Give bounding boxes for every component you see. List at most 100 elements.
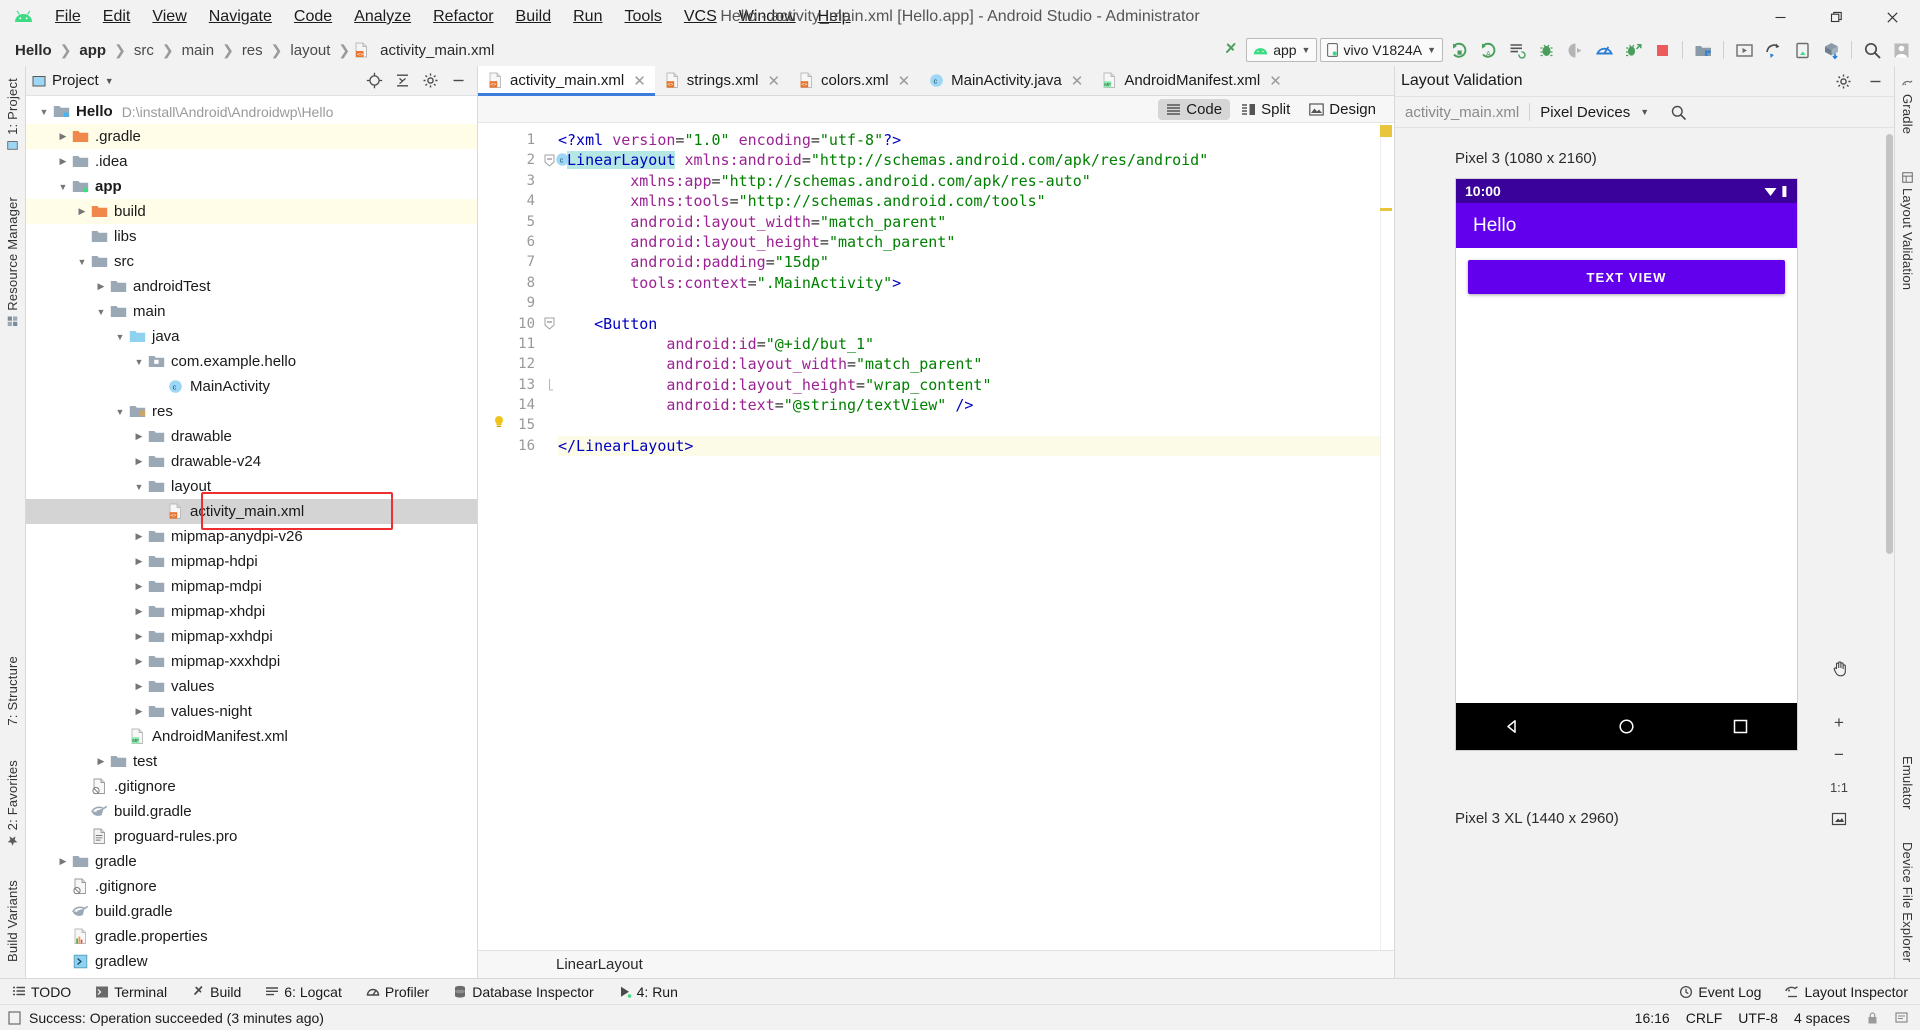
status-line-separator[interactable]: CRLF bbox=[1686, 1010, 1723, 1026]
chevron-right-icon[interactable]: ▶ bbox=[93, 274, 109, 299]
tree-row-gradle[interactable]: ▶ gradle bbox=[26, 849, 477, 874]
device-selector[interactable]: vivo V1824A ▼ bbox=[1320, 38, 1443, 62]
breadcrumb-app[interactable]: app bbox=[74, 40, 111, 61]
editor-tab-activity-main-xml[interactable]: <> activity_main.xml ✕ bbox=[478, 66, 655, 96]
tree-row-mipmap-xxhdpi[interactable]: ▶ mipmap-xxhdpi bbox=[26, 624, 477, 649]
chevron-right-icon[interactable]: ▶ bbox=[131, 624, 147, 649]
breadcrumb[interactable]: Hello ❯ app ❯ src ❯ main ❯ res ❯ layout … bbox=[10, 40, 499, 61]
tree-row-src[interactable]: ▼ src bbox=[26, 249, 477, 274]
window-controls[interactable] bbox=[1752, 0, 1920, 34]
status-encoding[interactable]: UTF-8 bbox=[1738, 1010, 1778, 1026]
tree-row-mipmap-mdpi[interactable]: ▶ mipmap-mdpi bbox=[26, 574, 477, 599]
collapse-all-icon[interactable] bbox=[389, 68, 415, 94]
sidebar-item-device-file-explorer[interactable]: Device File Explorer bbox=[1900, 834, 1915, 970]
zoom-in-icon[interactable]: + bbox=[1824, 708, 1854, 738]
zoom-fit-icon[interactable] bbox=[1824, 804, 1854, 834]
code-line[interactable]: tools:context=".MainActivity"> bbox=[558, 273, 1394, 293]
chevron-down-icon[interactable]: ▼ bbox=[105, 76, 114, 86]
avd-manager-icon[interactable] bbox=[1731, 37, 1757, 63]
tree-row-build-gradle[interactable]: build.gradle bbox=[26, 799, 477, 824]
menu-file[interactable]: File bbox=[44, 4, 92, 30]
hide-panel-icon[interactable] bbox=[1862, 68, 1888, 94]
chevron-right-icon[interactable]: ▶ bbox=[55, 124, 71, 149]
close-button[interactable] bbox=[1864, 0, 1920, 34]
close-icon[interactable]: ✕ bbox=[767, 72, 780, 90]
layout-validation-body[interactable]: Pixel 3 (1080 x 2160) 10:00 Hello TEXT V… bbox=[1395, 128, 1894, 978]
lock-icon[interactable] bbox=[1866, 1011, 1879, 1025]
editor-tab-bar[interactable]: <> activity_main.xml ✕ <> strings.xml ✕ <> colo… bbox=[478, 66, 1394, 96]
breadcrumb-hello[interactable]: Hello bbox=[10, 40, 57, 61]
breadcrumb-layout[interactable]: layout bbox=[285, 40, 335, 61]
tree-row--gradle[interactable]: ▶ .gradle bbox=[26, 124, 477, 149]
chevron-down-icon[interactable]: ▼ bbox=[131, 349, 147, 374]
menu-view[interactable]: View bbox=[141, 4, 197, 30]
chevron-down-icon[interactable]: ▼ bbox=[112, 324, 128, 349]
chevron-right-icon[interactable]: ▶ bbox=[131, 599, 147, 624]
breadcrumb-src[interactable]: src bbox=[129, 40, 159, 61]
menu-window[interactable]: Window bbox=[728, 4, 807, 30]
menu-refactor[interactable]: Refactor bbox=[422, 4, 504, 30]
editor-tab-colors-xml[interactable]: <> colors.xml ✕ bbox=[789, 66, 920, 95]
code-content[interactable]: <?xml version="1.0" encoding="utf-8"?><L… bbox=[495, 123, 1394, 950]
code-line[interactable]: android:layout_width="match_parent" bbox=[558, 212, 1394, 232]
tree-row-androidmanifest-xml[interactable]: MF AndroidManifest.xml bbox=[26, 724, 477, 749]
gear-icon[interactable] bbox=[1830, 68, 1856, 94]
zoom-out-icon[interactable]: − bbox=[1824, 740, 1854, 770]
tree-row-mipmap-xhdpi[interactable]: ▶ mipmap-xhdpi bbox=[26, 599, 477, 624]
hide-panel-icon[interactable] bbox=[445, 68, 471, 94]
menu-navigate[interactable]: Navigate bbox=[198, 4, 283, 30]
code-line[interactable]: xmlns:tools="http://schemas.android.com/… bbox=[558, 191, 1394, 211]
close-icon[interactable]: ✕ bbox=[1269, 72, 1282, 90]
minimize-button[interactable] bbox=[1752, 0, 1808, 34]
code-line[interactable]: android:layout_height="match_parent" bbox=[558, 232, 1394, 252]
run-with-coverage-icon[interactable] bbox=[1620, 37, 1646, 63]
editor-tab-mainactivity-java[interactable]: c MainActivity.java ✕ bbox=[919, 66, 1093, 95]
code-line[interactable]: android:layout_width="match_parent" bbox=[558, 354, 1394, 374]
preview-scrollbar[interactable] bbox=[1886, 134, 1893, 554]
editor-element-breadcrumb[interactable]: LinearLayout bbox=[478, 950, 1394, 978]
tree-row-mipmap-hdpi[interactable]: ▶ mipmap-hdpi bbox=[26, 549, 477, 574]
code-line[interactable]: android:padding="15dp" bbox=[558, 252, 1394, 272]
pan-icon[interactable] bbox=[1824, 653, 1854, 683]
stop-icon[interactable] bbox=[1649, 37, 1675, 63]
tool-window-logcat[interactable]: 6: Logcat bbox=[253, 979, 354, 1005]
chevron-down-icon[interactable]: ▼ bbox=[112, 399, 128, 424]
run-icon[interactable] bbox=[1446, 37, 1472, 63]
sidebar-item-project[interactable]: 1: Project bbox=[0, 70, 25, 159]
gear-icon[interactable] bbox=[417, 68, 443, 94]
breadcrumb-file[interactable]: activity_main.xml bbox=[375, 40, 499, 61]
code-line[interactable]: <LinearLayout xmlns:android="http://sche… bbox=[558, 150, 1394, 170]
build-hammer-icon[interactable] bbox=[1217, 37, 1243, 63]
chevron-down-icon[interactable]: ▼ bbox=[1640, 107, 1649, 117]
tool-window-database-inspector[interactable]: Database Inspector bbox=[441, 979, 605, 1005]
preview-text-view-button[interactable]: TEXT VIEW bbox=[1468, 260, 1785, 294]
tree-row--gitignore[interactable]: .gitignore bbox=[26, 874, 477, 899]
tool-window-build[interactable]: Build bbox=[179, 979, 253, 1005]
tree-row-androidtest[interactable]: ▶ androidTest bbox=[26, 274, 477, 299]
tab-design[interactable]: Design bbox=[1301, 99, 1384, 120]
chevron-down-icon[interactable]: ▼ bbox=[55, 174, 71, 199]
breadcrumb-main[interactable]: main bbox=[177, 40, 220, 61]
breadcrumb-res[interactable]: res bbox=[237, 40, 268, 61]
apply-changes-icon[interactable] bbox=[1504, 37, 1530, 63]
code-folding-column[interactable] bbox=[540, 123, 558, 950]
tool-window-profiler[interactable]: Profiler bbox=[354, 979, 441, 1005]
chevron-right-icon[interactable]: ▶ bbox=[131, 449, 147, 474]
warning-marker-line[interactable] bbox=[1380, 208, 1392, 211]
close-icon[interactable]: ✕ bbox=[1071, 72, 1084, 90]
tree-row-mipmap-anydpi-v26[interactable]: ▶ mipmap-anydpi-v26 bbox=[26, 524, 477, 549]
tree-row-gradlew[interactable]: gradlew bbox=[26, 949, 477, 974]
tree-row-mipmap-xxxhdpi[interactable]: ▶ mipmap-xxxhdpi bbox=[26, 649, 477, 674]
tree-row-activity-main-xml[interactable]: <> activity_main.xml bbox=[26, 499, 477, 524]
chevron-right-icon[interactable]: ▶ bbox=[131, 649, 147, 674]
tree-row-mainactivity[interactable]: c MainActivity bbox=[26, 374, 477, 399]
tree-row-build[interactable]: ▶ build bbox=[26, 199, 477, 224]
code-line[interactable] bbox=[495, 415, 1394, 435]
code-editor[interactable]: 1 2 c 3 4 5 6 7 8 9 10 11 12 13 14 15 16 <?xml version="… bbox=[478, 123, 1394, 950]
tool-window-event-log[interactable]: Event Log bbox=[1667, 979, 1773, 1005]
tree-row-hello[interactable]: ▼ Hello D:\install\Android\Androidwp\Hello bbox=[26, 99, 477, 124]
menu-help[interactable]: Help bbox=[807, 4, 862, 30]
locate-file-icon[interactable] bbox=[361, 68, 387, 94]
editor-mode-bar[interactable]: Code Split Design bbox=[478, 96, 1394, 123]
editor-tab-strings-xml[interactable]: <> strings.xml ✕ bbox=[654, 66, 790, 95]
